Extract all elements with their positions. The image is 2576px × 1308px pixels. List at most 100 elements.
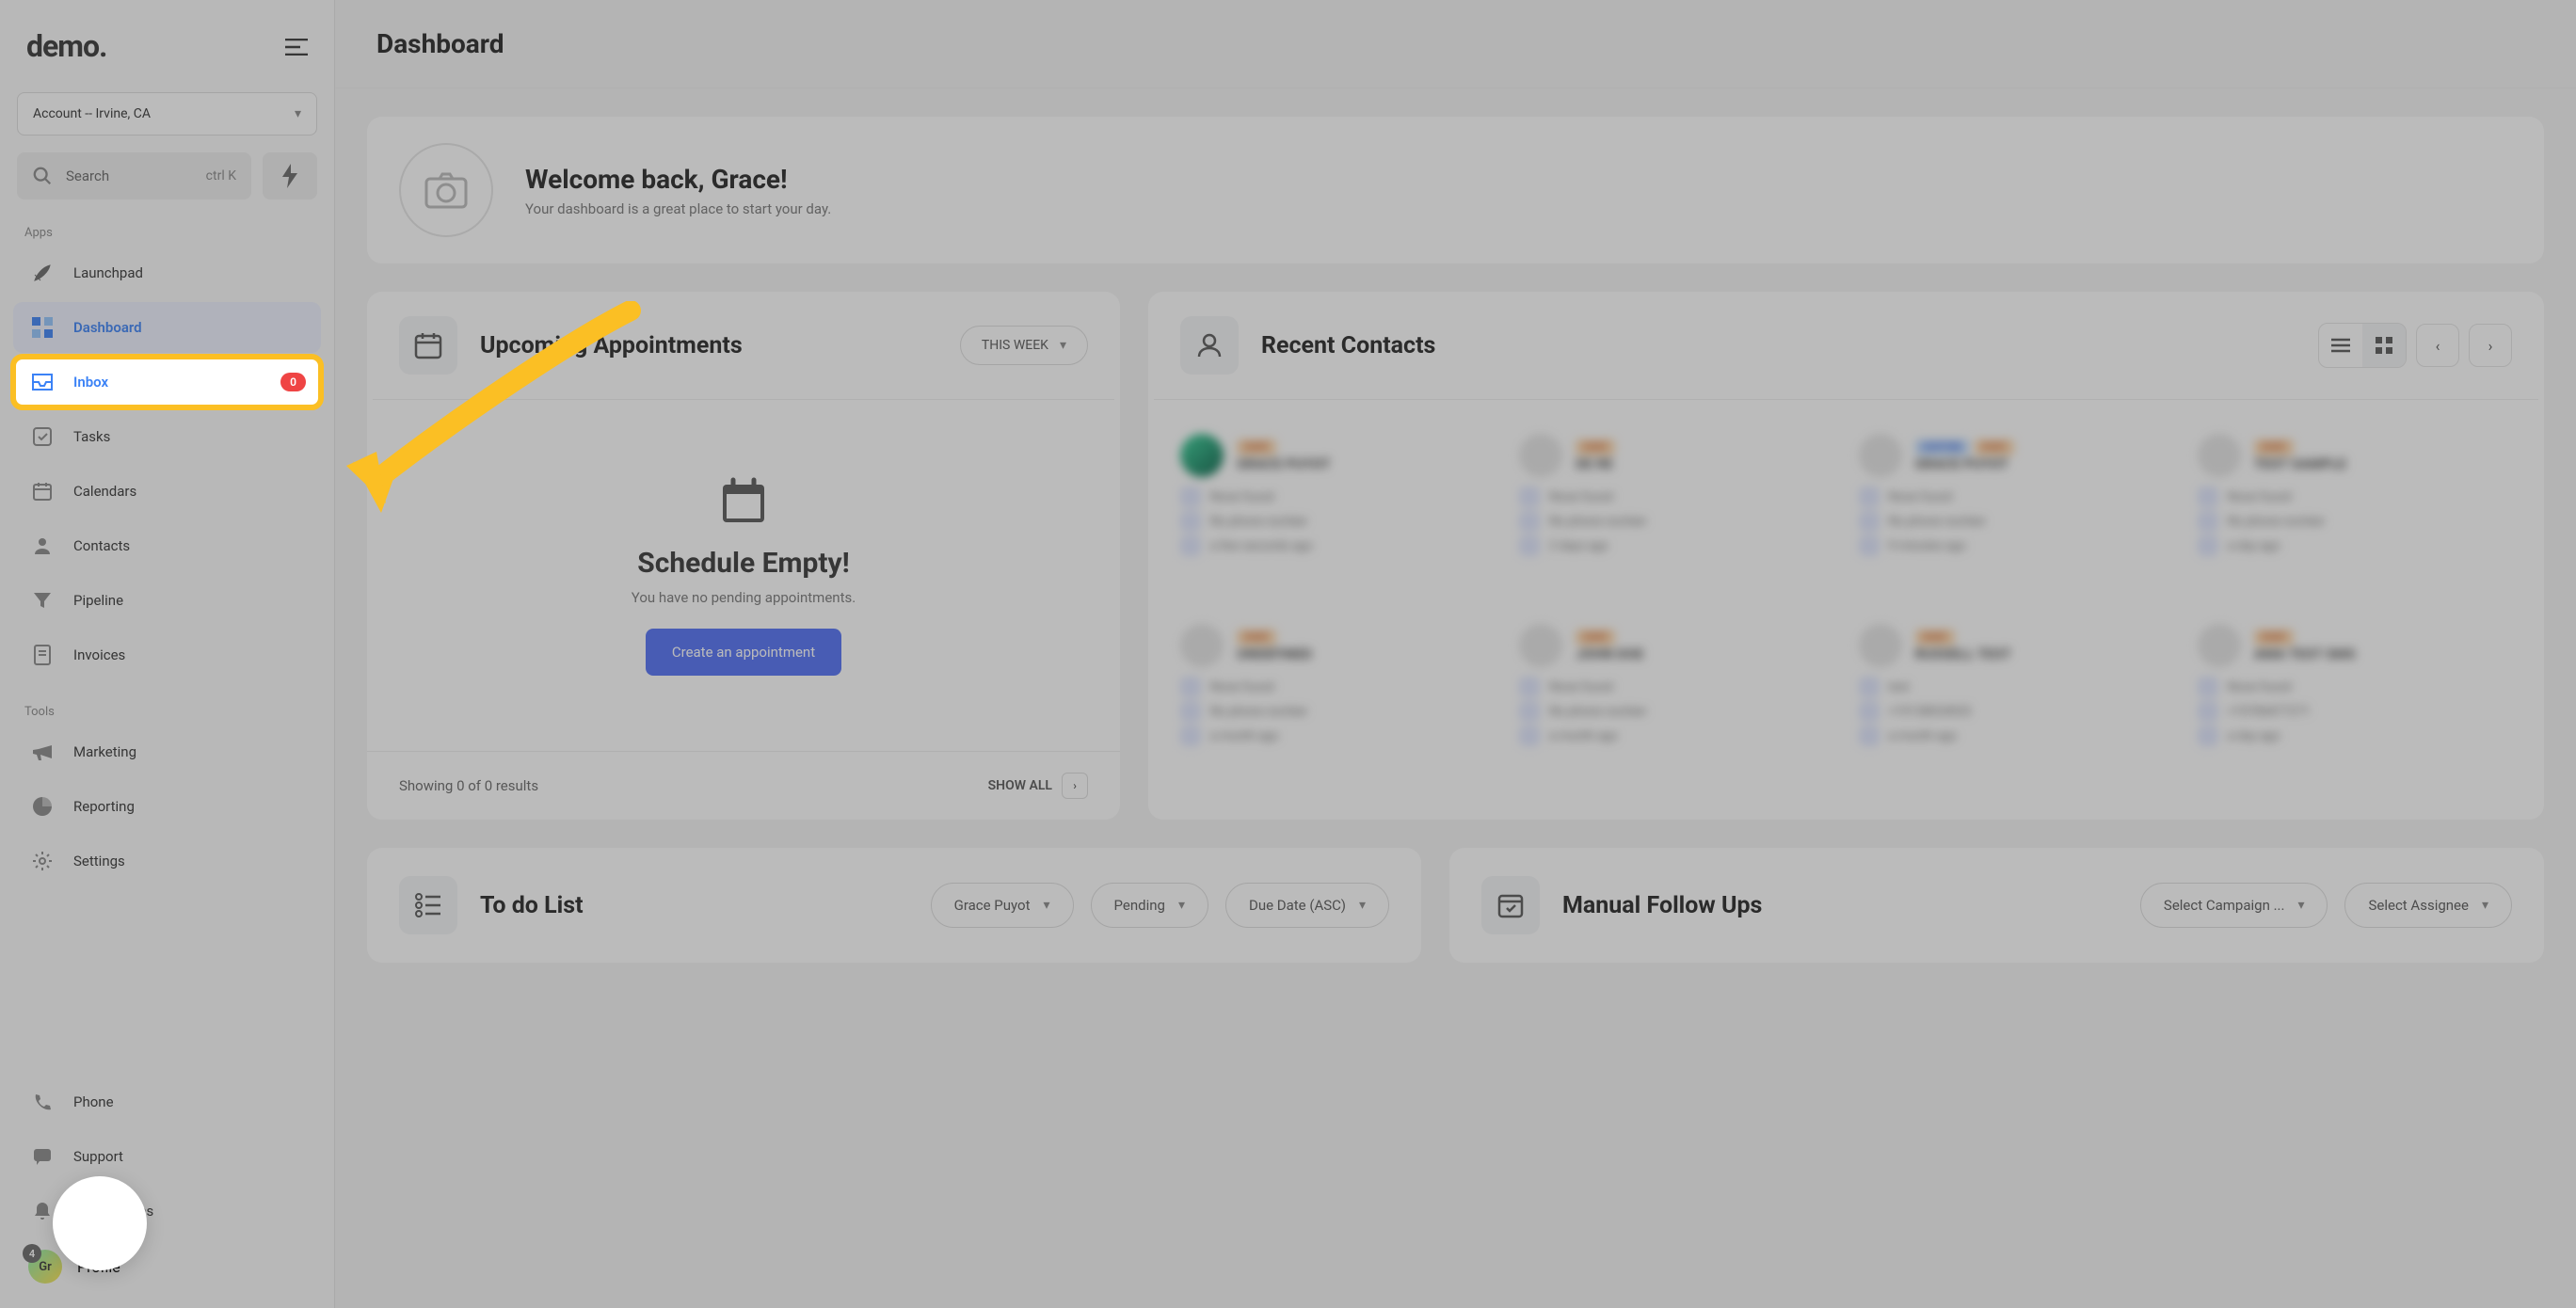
sidebar-item-dashboard[interactable]: Dashboard — [13, 302, 321, 353]
sidebar: demo. Account -- Irvine, CA ▾ Search ctr… — [0, 0, 335, 1308]
contacts-next-button[interactable]: › — [2469, 324, 2512, 367]
followups-assignee-filter[interactable]: Select Assignee▾ — [2344, 883, 2512, 928]
manual-followups-card: Manual Follow Ups Select Campaign ...▾ S… — [1449, 848, 2544, 963]
chevron-down-icon: ▾ — [1359, 898, 1366, 913]
inbox-badge: 0 — [280, 373, 306, 391]
contact-card[interactable]: CHAT TEST SAMPLE None found No phone num… — [2194, 428, 2516, 601]
appointments-range-select[interactable]: THIS WEEK ▾ — [960, 326, 1088, 365]
avatar: 4 Gr — [28, 1250, 62, 1284]
gear-icon — [28, 847, 56, 875]
contact-phone: No phone number — [1519, 511, 1833, 532]
appointments-title: Upcoming Appointments — [480, 332, 937, 359]
contact-chip: CHAT — [1975, 439, 2014, 455]
contact-email: None found — [1519, 487, 1833, 507]
contact-name: GRACE PUYOT — [1237, 455, 1331, 472]
chevron-down-icon: ▾ — [2482, 898, 2488, 913]
contact-card[interactable]: CHAT JOHN DOE None found No phone number… — [1515, 618, 1837, 791]
contact-avatar — [1519, 434, 1562, 477]
contact-name: GRACE PUYOT — [1915, 455, 2014, 472]
contact-chip: CHAT — [2254, 630, 2294, 646]
contact-phone: No phone number — [1519, 701, 1833, 722]
contact-name: RUSSELL TEST — [1915, 646, 2011, 662]
sidebar-item-support[interactable]: Support — [13, 1131, 321, 1182]
chevron-left-icon: ‹ — [2436, 337, 2440, 355]
todo-sort-filter[interactable]: Due Date (ASC)▾ — [1225, 883, 1389, 928]
search-icon — [32, 166, 53, 186]
sidebar-item-contacts[interactable]: Contacts — [13, 520, 321, 571]
sidebar-collapse-icon[interactable] — [285, 31, 308, 62]
contact-card[interactable]: CHAT DE RE None found No phone number 2 … — [1515, 428, 1837, 601]
account-selector-label: Account -- Irvine, CA — [33, 106, 151, 121]
upcoming-appointments-card: Upcoming Appointments THIS WEEK ▾ Schedu… — [367, 292, 1120, 820]
todo-title: To do List — [480, 892, 908, 919]
account-selector[interactable]: Account -- Irvine, CA ▾ — [17, 92, 317, 136]
contact-avatar — [1180, 434, 1224, 477]
contacts-view-toggle[interactable] — [2318, 323, 2407, 368]
appointments-show-all-button[interactable]: SHOW ALL › — [988, 773, 1088, 799]
floating-help-button[interactable] — [53, 1176, 147, 1270]
contact-phone: No phone number — [1180, 511, 1495, 532]
sidebar-item-pipeline[interactable]: Pipeline — [13, 575, 321, 626]
sidebar-item-tasks[interactable]: Tasks — [13, 411, 321, 462]
contacts-title: Recent Contacts — [1261, 332, 2296, 359]
todo-status-filter[interactable]: Pending▾ — [1091, 883, 1208, 928]
sidebar-item-launchpad[interactable]: Launchpad — [13, 247, 321, 298]
chevron-down-icon: ▾ — [1043, 898, 1049, 913]
contact-chip: CHAT — [2254, 439, 2294, 455]
sidebar-item-inbox[interactable]: Inbox 0 — [13, 357, 321, 407]
chevron-right-icon: › — [2488, 337, 2493, 355]
grid-view-button[interactable] — [2362, 324, 2406, 367]
contact-card[interactable]: CHAT RUSSELL TEST test +19138024033 a mo… — [1855, 618, 2177, 791]
contacts-prev-button[interactable]: ‹ — [2416, 324, 2459, 367]
contact-card[interactable]: CHAT AMA TEST SMS None found +1978447727… — [2194, 618, 2516, 791]
contact-phone: No phone number — [1180, 701, 1495, 722]
chevron-down-icon: ▾ — [1060, 338, 1066, 353]
contact-timestamp: 9 minutes ago — [1859, 535, 2173, 556]
contact-phone: No phone number — [1859, 511, 2173, 532]
welcome-subtitle: Your dashboard is a great place to start… — [525, 200, 831, 217]
contact-timestamp: 2 days ago — [1519, 535, 1833, 556]
contact-card[interactable]: CHAT GRACE PUYOT None found No phone num… — [1176, 428, 1498, 601]
sidebar-item-settings[interactable]: Settings — [13, 836, 321, 886]
contact-name: UNDEFINED — [1237, 646, 1312, 662]
calendar-check-icon — [1481, 876, 1540, 934]
contact-email: None found — [1859, 487, 2173, 507]
contact-phone: +19138024033 — [1859, 701, 2173, 722]
sidebar-item-phone[interactable]: Phone — [13, 1077, 321, 1127]
contact-email: test — [1859, 677, 2173, 697]
contact-chip: CUSTOM — [1915, 439, 1969, 455]
sidebar-item-invoices[interactable]: Invoices — [13, 630, 321, 680]
appointments-empty-subtitle: You have no pending appointments. — [632, 589, 856, 606]
contact-email: None found — [2198, 677, 2512, 697]
grid-icon — [2376, 337, 2392, 354]
contact-timestamp: a few seconds ago — [1180, 535, 1495, 556]
contact-timestamp: a month ago — [1519, 726, 1833, 746]
contact-avatar — [1519, 624, 1562, 667]
contact-avatar — [1859, 434, 1902, 477]
contacts-grid: CHAT GRACE PUYOT None found No phone num… — [1148, 400, 2544, 820]
rocket-icon — [28, 259, 56, 287]
sidebar-item-marketing[interactable]: Marketing — [13, 726, 321, 777]
upload-avatar-button[interactable] — [399, 143, 493, 237]
calendar-icon — [399, 316, 457, 375]
sidebar-item-calendars[interactable]: Calendars — [13, 466, 321, 517]
search-placeholder: Search — [66, 167, 193, 184]
contact-chip: CHAT — [1237, 630, 1276, 646]
followups-campaign-filter[interactable]: Select Campaign ...▾ — [2140, 883, 2328, 928]
contact-card[interactable]: CHAT UNDEFINED None found No phone numbe… — [1176, 618, 1498, 791]
create-appointment-button[interactable]: Create an appointment — [646, 629, 841, 676]
calendar-empty-icon — [717, 475, 770, 528]
megaphone-icon — [28, 738, 56, 766]
contact-phone: +19784477271 — [2198, 701, 2512, 722]
search-kbd-hint: ctrl K — [206, 168, 236, 183]
todo-user-filter[interactable]: Grace Puyot▾ — [931, 883, 1074, 928]
page-title: Dashboard — [335, 0, 2576, 88]
quick-action-button[interactable] — [263, 152, 317, 199]
contact-email: None found — [1180, 677, 1495, 697]
sidebar-item-reporting[interactable]: Reporting — [13, 781, 321, 832]
list-view-button[interactable] — [2319, 324, 2362, 367]
contact-name: JOHN DOE — [1576, 646, 1643, 662]
contact-card[interactable]: CUSTOM CHAT GRACE PUYOT None found No pho… — [1855, 428, 2177, 601]
search-input[interactable]: Search ctrl K — [17, 152, 251, 199]
contact-timestamp: a day ago — [2198, 535, 2512, 556]
